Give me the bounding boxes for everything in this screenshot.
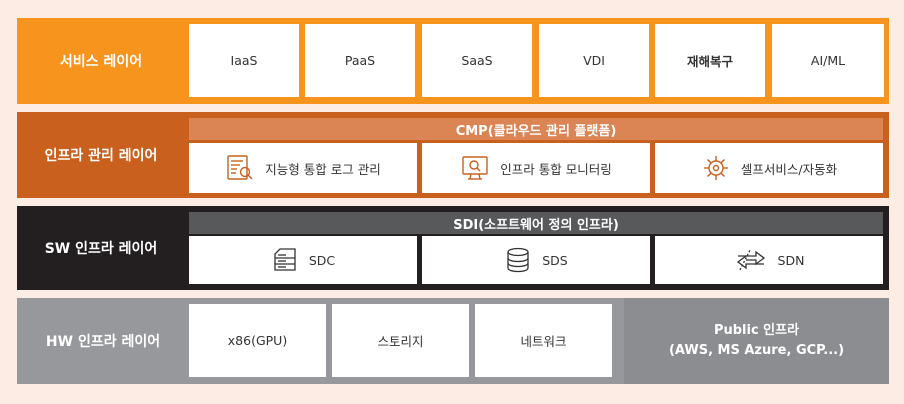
sw-item-sdc: SDC: [189, 236, 417, 284]
infra-item-automation-label: 셀프서비스/자동화: [740, 161, 838, 177]
infra-item-automation: 셀프서비스/자동화: [655, 143, 883, 193]
hw-item-storage: 스토리지: [332, 304, 469, 377]
infra-management-layer: 인프라 관리 레이어 CMP(클라우드 관리 플랫폼) 지능형 통합 로그 관리: [17, 112, 889, 198]
service-layer: 서비스 레이어 IaaS PaaS SaaS VDI 재해복구 AI/ML: [17, 18, 889, 104]
log-document-icon: [225, 153, 255, 183]
sw-item-sdn-label: SDN: [777, 252, 805, 268]
server-icon: [271, 246, 299, 274]
service-item-aiml: AI/ML: [772, 24, 884, 97]
sdi-banner: SDI(소프트웨어 정의 인프라): [189, 212, 883, 234]
public-infra-title: Public 인프라: [713, 323, 800, 338]
service-layer-label: 서비스 레이어: [59, 54, 143, 70]
hw-item-x86: x86(GPU): [189, 304, 326, 377]
public-infra-box: Public 인프라 (AWS, MS Azure, GCP...): [624, 298, 889, 384]
infra-layer-label: 인프라 관리 레이어: [44, 148, 158, 164]
sw-layer-label: SW 인프라 레이어: [44, 241, 158, 257]
service-item-paas: PaaS: [305, 24, 415, 97]
infra-item-monitoring-label: 인프라 통합 모니터링: [500, 161, 612, 177]
monitor-search-icon: [460, 153, 490, 183]
gear-automation-icon: [701, 153, 731, 183]
service-item-iaas: IaaS: [189, 24, 299, 97]
sw-item-sds: SDS: [422, 236, 650, 284]
sw-item-sds-label: SDS: [542, 252, 568, 268]
infra-item-log-label: 지능형 통합 로그 관리: [265, 161, 381, 177]
service-item-dr: 재해복구: [655, 24, 765, 97]
network-arrows-icon: [734, 246, 768, 274]
service-item-vdi: VDI: [539, 24, 649, 97]
hw-item-network: 네트워크: [475, 304, 612, 377]
cmp-banner: CMP(클라우드 관리 플랫폼): [189, 118, 883, 140]
sw-infra-layer: SW 인프라 레이어 SDI(소프트웨어 정의 인프라) SDC SDS SDN: [17, 206, 889, 290]
hw-layer-label: HW 인프라 레이어: [45, 334, 161, 350]
hw-infra-layer: HW 인프라 레이어 x86(GPU) 스토리지 네트워크 Public 인프라…: [17, 298, 889, 384]
database-icon: [504, 246, 532, 274]
infra-item-log: 지능형 통합 로그 관리: [189, 143, 417, 193]
sw-item-sdc-label: SDC: [308, 252, 336, 268]
service-item-saas: SaaS: [422, 24, 532, 97]
infra-item-monitoring: 인프라 통합 모니터링: [422, 143, 650, 193]
public-infra-providers: (AWS, MS Azure, GCP...): [668, 343, 845, 358]
sw-item-sdn: SDN: [655, 236, 883, 284]
